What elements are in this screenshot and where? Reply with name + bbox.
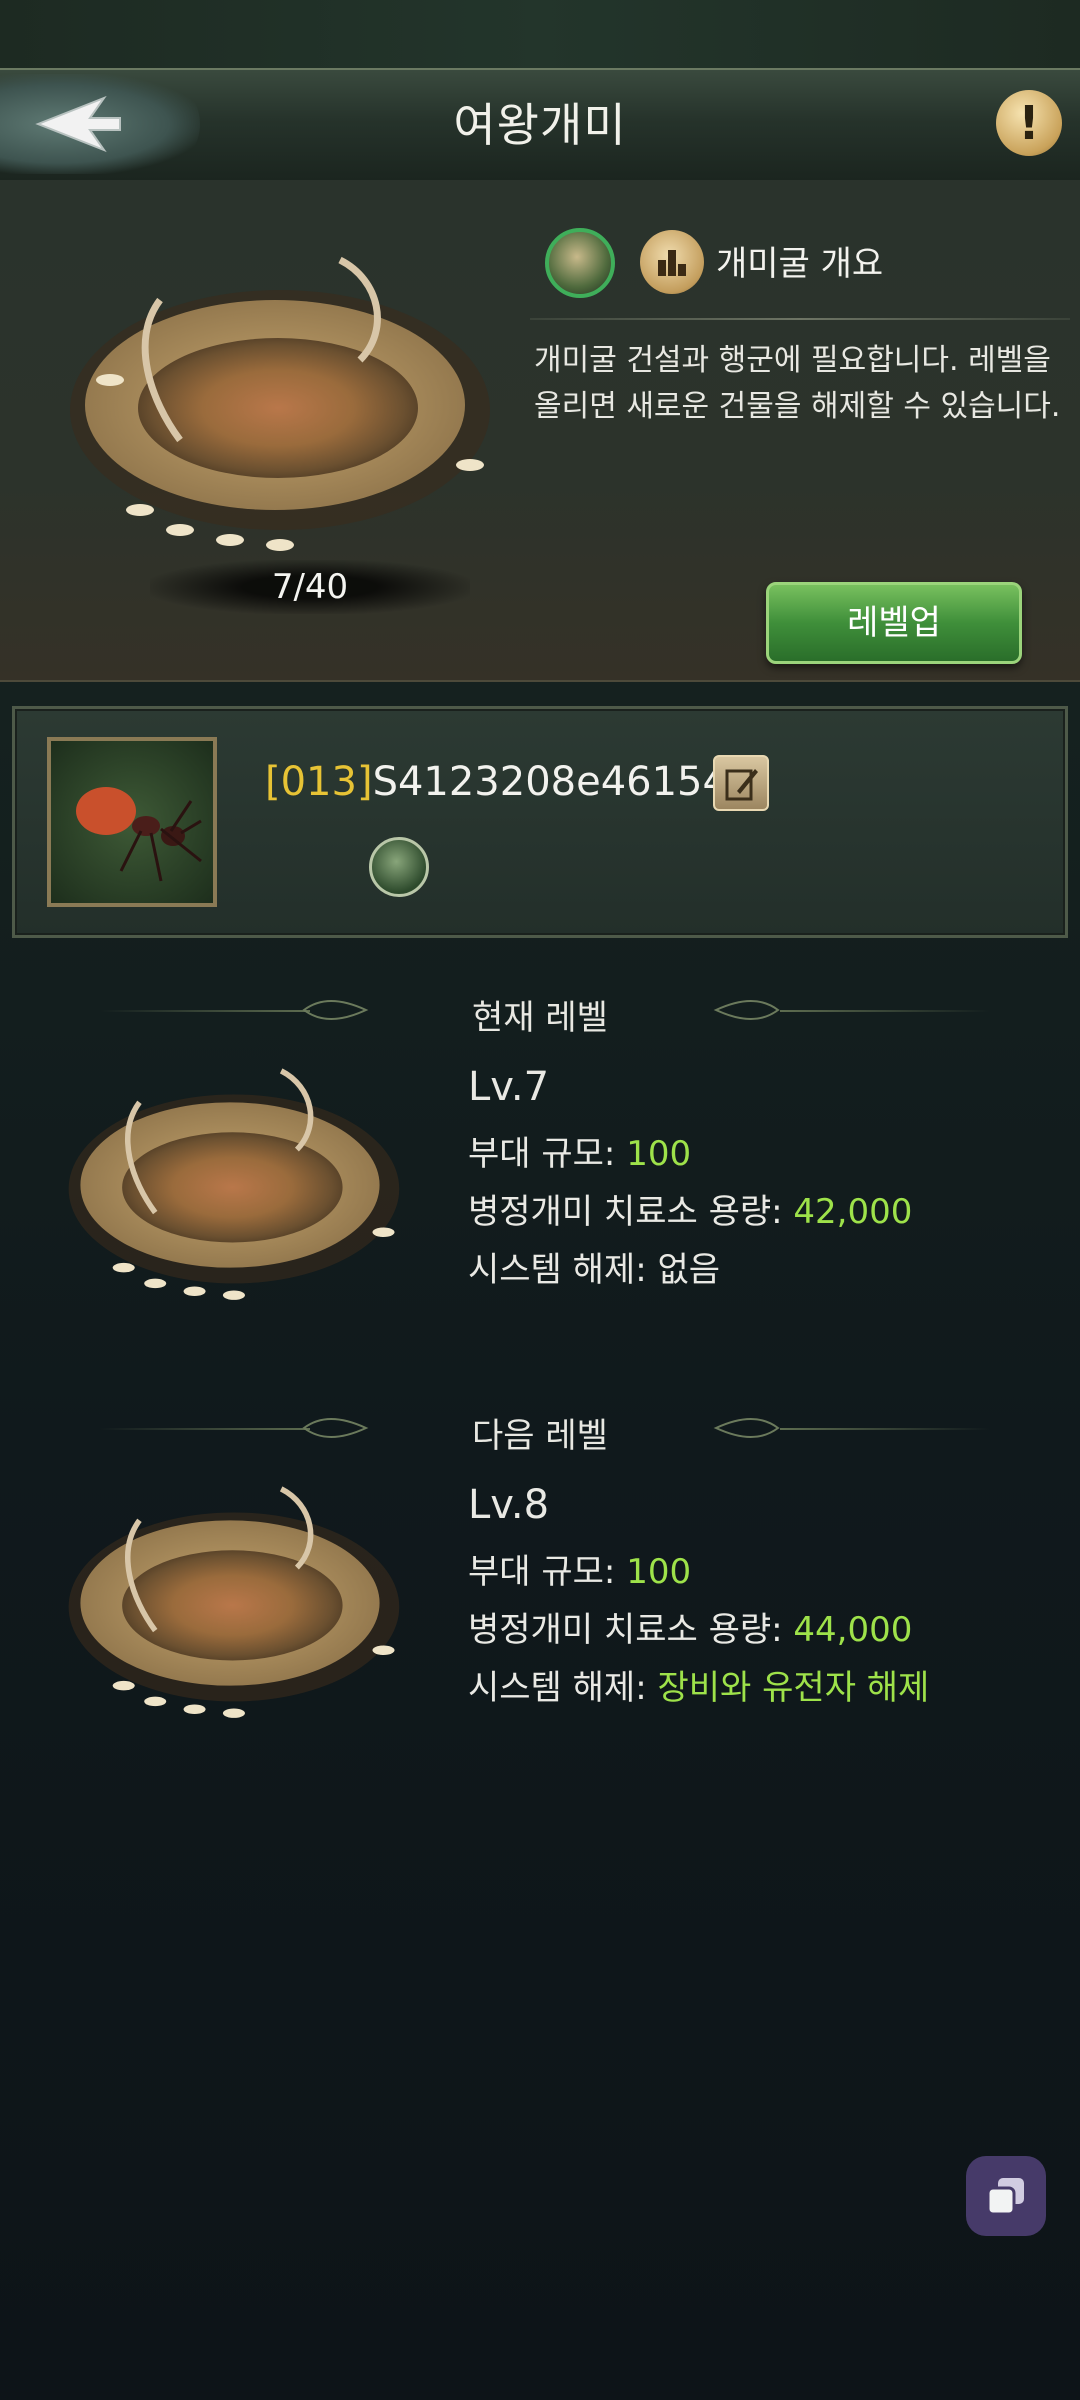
exclamation-icon: ! (1018, 96, 1040, 150)
overview-title: 개미굴 개요 (716, 244, 884, 284)
nest-image-next (68, 1486, 400, 1718)
leaf-ornament-icon (713, 1000, 780, 1020)
page-title: 여왕개미 (453, 98, 627, 152)
owner-card: [013]S4123208e46154 (12, 706, 1068, 938)
current-level-value: Lv.7 (468, 1064, 550, 1110)
floating-window-button[interactable] (966, 2156, 1046, 2236)
nest-icon (545, 228, 615, 298)
next-troop-size: 부대 규모: 100 (468, 1552, 692, 1592)
owner-id: S4123208e46154 (372, 759, 728, 805)
next-level-value: Lv.8 (468, 1482, 550, 1528)
edit-icon[interactable] (713, 755, 769, 811)
building-stats-icon[interactable] (640, 230, 704, 294)
current-system-unlock: 시스템 해제: 없음 (468, 1250, 721, 1290)
next-level-heading: 다음 레벨 (0, 1408, 1080, 1456)
header-bar: 여왕개미 ! (0, 68, 1080, 182)
nest-image-large (70, 256, 490, 551)
level-count: 7/40 (150, 560, 470, 614)
emblem-icon[interactable] (369, 837, 429, 897)
owner-name: [013]S4123208e46154 (265, 759, 728, 805)
avatar[interactable] (47, 737, 217, 907)
current-troop-size: 부대 규모: 100 (468, 1134, 692, 1174)
divider (530, 318, 1070, 320)
owner-tag: [013] (265, 759, 373, 805)
current-hospital-capacity: 병정개미 치료소 용량: 42,000 (468, 1192, 913, 1232)
next-system-unlock: 시스템 해제: 장비와 유전자 해제 (468, 1668, 930, 1708)
leaf-ornament-icon (713, 1418, 780, 1438)
status-strip (0, 0, 1080, 68)
window-stack-icon (986, 2178, 1024, 2216)
overview-description: 개미굴 건설과 행군에 필요합니다. 레벨을 올리면 새로운 건물을 해제할 수… (534, 343, 1061, 424)
info-button[interactable]: ! (996, 90, 1062, 156)
current-level-heading: 현재 레벨 (0, 990, 1080, 1038)
nest-image-current (68, 1068, 400, 1300)
next-hospital-capacity: 병정개미 치료소 용량: 44,000 (468, 1610, 913, 1650)
levelup-button[interactable]: 레벨업 (766, 582, 1022, 664)
